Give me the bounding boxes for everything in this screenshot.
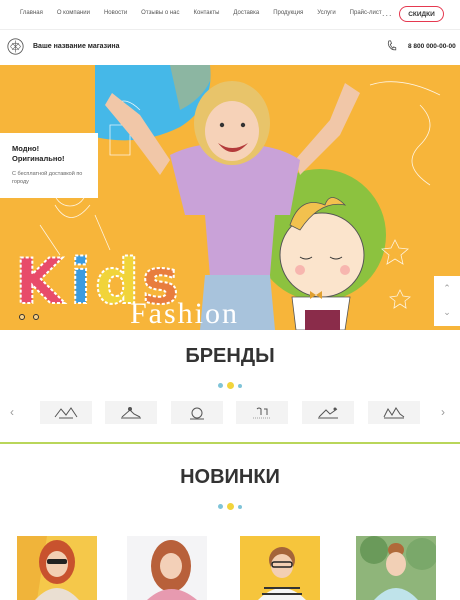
promo-subtitle: С бесплатной доставкой по городу [12,171,83,185]
brand-6-icon [383,406,405,418]
nav-item-home[interactable]: Главная [20,10,43,16]
slider-down-arrow-icon[interactable]: ⌄ [434,300,460,324]
decor-dot-blue-small [238,383,242,388]
svg-text:i: i [70,245,91,318]
decor-dot-yellow [227,503,234,510]
slider-side-arrows: ⌃ ⌄ [434,276,460,326]
nav-item-pricelist[interactable]: Прайс-лист [350,10,382,16]
decor-dot-blue [218,383,223,388]
hero-banner[interactable]: K i d s Модно! Оригинально! С бесплатной… [0,65,460,330]
sale-button[interactable]: СКИДКИ [399,6,444,22]
decor-dot-blue-small [238,504,242,509]
brand-3-icon [190,407,204,419]
product-photo-1 [17,536,97,600]
section-divider [0,442,460,444]
product-card[interactable] [240,536,320,600]
main-menu: Главная О компании Новости Отзывы о нас … [20,10,396,16]
nav-item-delivery[interactable]: Доставка [233,10,259,16]
slider-dots [19,314,47,320]
svg-text:K: K [15,245,65,318]
news-title-decoration [218,503,246,510]
brands-title: БРЕНДЫ [185,345,275,367]
brand-1-icon [54,406,78,418]
product-card[interactable] [356,536,436,600]
brand-5-icon [318,407,338,418]
shop-name[interactable]: Ваше название магазина [33,43,120,50]
product-card[interactable] [127,536,207,600]
slider-up-arrow-icon[interactable]: ⌃ [434,276,460,300]
nav-item-products[interactable]: Продукция [273,10,303,16]
fashion-lettering: Fashion [130,297,240,330]
brand-logo[interactable] [302,401,354,424]
more-menu-button[interactable]: ... [382,8,393,18]
slider-dot-1[interactable] [19,314,25,320]
slider-dot-2[interactable] [33,314,39,320]
decor-dot-blue [218,504,223,509]
phone-icon [387,40,397,51]
brand-2-icon [121,406,141,418]
product-photo-3 [240,536,320,600]
promo-card[interactable]: Модно! Оригинально! С бесплатной доставк… [0,133,98,198]
product-card[interactable] [17,536,97,600]
brand-logo[interactable] [40,401,92,424]
promo-title-line2: Оригинально! [12,154,65,163]
brands-next-arrow-icon[interactable]: › [441,405,445,419]
product-photo-2 [127,536,207,600]
decor-dot-yellow [227,382,234,389]
brand-logo[interactable] [105,401,157,424]
phone-number[interactable]: 8 800 000-00-00 [408,43,456,50]
brand-logo[interactable] [236,401,288,424]
site-header: Ваше название магазина 8 800 000-00-00 [0,31,460,65]
nav-item-about[interactable]: О компании [57,10,90,16]
news-title: НОВИНКИ [180,466,280,488]
brand-4-icon [253,407,271,418]
brands-title-decoration [218,382,246,389]
logo-icon[interactable] [7,38,24,55]
brand-logo[interactable] [368,401,420,424]
nav-item-contacts[interactable]: Контакты [193,10,219,16]
top-navigation: Главная О компании Новости Отзывы о нас … [0,0,460,30]
brand-logo[interactable] [171,401,223,424]
nav-item-reviews[interactable]: Отзывы о нас [141,10,179,16]
nav-item-services[interactable]: Услуги [317,10,335,16]
brands-carousel: ‹ › [0,399,460,427]
brands-prev-arrow-icon[interactable]: ‹ [10,405,14,419]
nav-item-news[interactable]: Новости [104,10,127,16]
product-photo-4 [356,536,436,600]
promo-title-line1: Модно! [12,144,40,153]
